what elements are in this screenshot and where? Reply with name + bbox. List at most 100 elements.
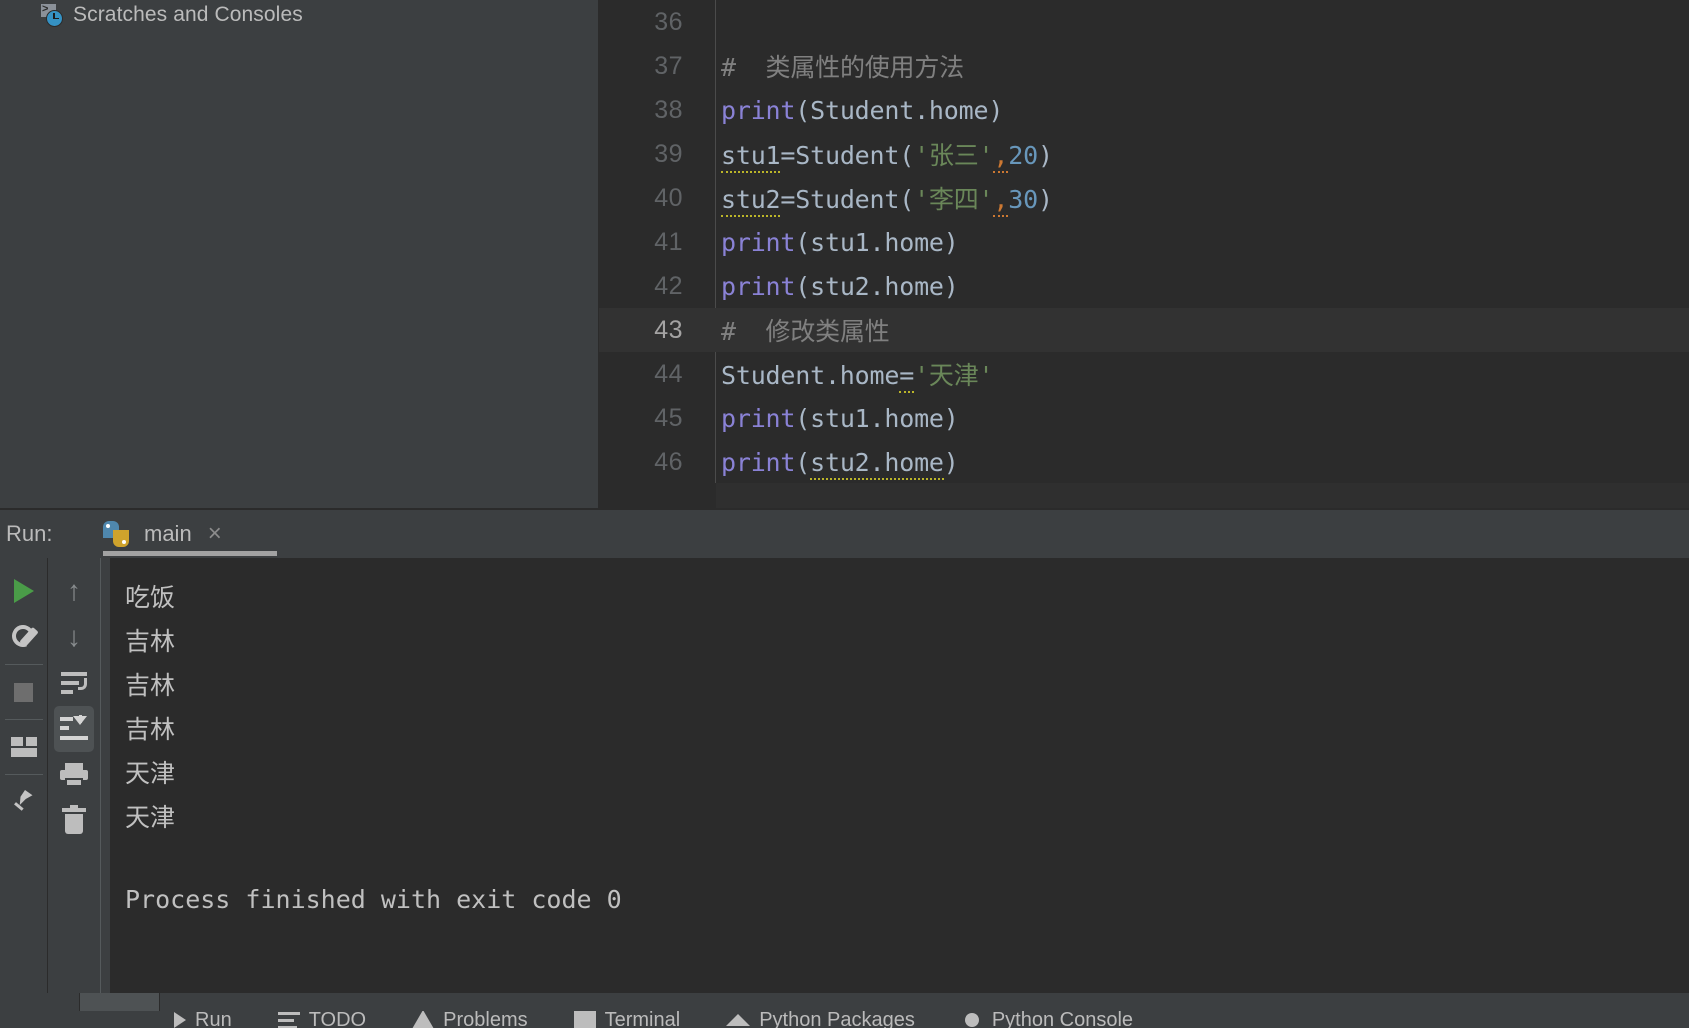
code-token: 20 bbox=[1008, 141, 1038, 170]
run-tool-window-body: ↑ ↓ 吃饭 吉林 吉林 吉林 天津 天津 Process finished w… bbox=[0, 558, 1689, 995]
code-line[interactable]: 36 bbox=[599, 0, 1689, 44]
code-line[interactable]: 40 stu2=Student('李四',30) bbox=[599, 176, 1689, 220]
statusbar-item-label: Terminal bbox=[604, 1011, 681, 1028]
code-token: 30 bbox=[1008, 185, 1038, 214]
line-number: 42 bbox=[654, 271, 683, 300]
terminal-icon bbox=[573, 1011, 596, 1028]
code-token: stu1.home bbox=[810, 403, 944, 433]
code-line[interactable]: 42 print(stu2.home) bbox=[599, 264, 1689, 308]
code-token: # 类属性的使用方法 bbox=[721, 53, 964, 82]
console-output[interactable]: 吃饭 吉林 吉林 吉林 天津 天津 Process finished with exit c… bbox=[101, 558, 1689, 995]
code-token: stu2 bbox=[721, 185, 781, 217]
edit-configurations-button[interactable] bbox=[4, 614, 44, 660]
line-number: 41 bbox=[654, 227, 683, 256]
console-line: 吉林 bbox=[125, 627, 176, 656]
statusbar-cell bbox=[0, 993, 80, 1011]
console-icon bbox=[964, 1012, 979, 1027]
code-token: = bbox=[780, 141, 796, 170]
code-line[interactable]: 44 Student.home='天津' bbox=[599, 352, 1689, 396]
layout-icon bbox=[10, 737, 37, 757]
code-lines[interactable]: 36 37 # 类属性的使用方法 38 print(Student.home) 39 stu… bbox=[599, 0, 1689, 484]
code-line[interactable]: 46 print(stu2.home) bbox=[599, 440, 1689, 484]
tree-item-scratches-and-consoles[interactable]: > Scratches and Consoles bbox=[0, 0, 598, 29]
code-editor[interactable]: 36 37 # 类属性的使用方法 38 print(Student.home) 39 stu… bbox=[599, 0, 1689, 508]
soft-wrap-button[interactable] bbox=[54, 660, 94, 706]
print-button[interactable] bbox=[54, 752, 94, 798]
code-line[interactable]: 45 print(stu1.home) bbox=[599, 396, 1689, 440]
code-line[interactable]: 43 # 修改类属性 bbox=[599, 308, 1689, 352]
run-toolbar-console: ↑ ↓ bbox=[47, 558, 100, 995]
code-token: ) bbox=[1037, 141, 1053, 170]
code-token: ( bbox=[795, 227, 811, 257]
statusbar-items: Run TODO Problems Terminal Python Packages Py… bbox=[160, 1011, 1133, 1028]
console-exit-status: Process finished with exit code 0 bbox=[125, 885, 622, 914]
statusbar-item-python-packages[interactable]: Python Packages bbox=[726, 1011, 915, 1028]
line-number: 46 bbox=[654, 447, 683, 476]
close-icon[interactable]: × bbox=[206, 522, 222, 546]
layout-settings-button[interactable] bbox=[4, 724, 44, 770]
bottom-tool-window-bar: Run TODO Problems Terminal Python Packages Py… bbox=[0, 993, 1689, 1028]
editor-area: > Scratches and Consoles 36 37 # 类属性的使用方法 3… bbox=[0, 0, 1689, 508]
stop-button[interactable] bbox=[4, 669, 44, 715]
code-line-text: print(stu2.home) bbox=[699, 272, 959, 301]
scroll-to-end-icon bbox=[60, 715, 88, 741]
code-token: stu2.home bbox=[810, 447, 944, 480]
code-line[interactable]: 39 stu1=Student('张三',20) bbox=[599, 132, 1689, 176]
run-toolbar-primary bbox=[0, 558, 47, 995]
stop-square-icon bbox=[14, 682, 33, 702]
code-token: '李四' bbox=[914, 185, 994, 214]
code-token: Student.home bbox=[721, 361, 900, 390]
code-token: print bbox=[721, 95, 796, 125]
code-token: ( bbox=[795, 271, 811, 301]
console-line: 吃饭 bbox=[125, 583, 176, 612]
rerun-button[interactable] bbox=[4, 568, 44, 614]
toolbar-divider bbox=[4, 719, 43, 720]
code-line-text: print(stu1.home) bbox=[699, 228, 959, 257]
arrow-down-icon: ↓ bbox=[67, 621, 81, 652]
code-line[interactable]: 37 # 类属性的使用方法 bbox=[599, 44, 1689, 88]
line-number: 38 bbox=[654, 95, 683, 124]
todo-icon bbox=[277, 1011, 300, 1028]
editor-empty-region bbox=[716, 483, 1689, 508]
code-token: Student bbox=[795, 141, 900, 170]
code-token: Student.home bbox=[810, 95, 989, 125]
package-icon bbox=[726, 1013, 751, 1026]
code-token: print bbox=[721, 447, 796, 477]
line-number: 36 bbox=[654, 7, 683, 36]
up-the-stack-trace-button[interactable]: ↑ bbox=[54, 568, 94, 614]
run-tab-main[interactable]: main × bbox=[86, 510, 277, 558]
clear-all-button[interactable] bbox=[54, 798, 94, 844]
pin-tab-button[interactable] bbox=[4, 779, 44, 825]
project-tool-window[interactable]: > Scratches and Consoles bbox=[0, 0, 598, 508]
play-icon bbox=[13, 579, 34, 603]
code-token: ( bbox=[795, 447, 811, 477]
code-token: print bbox=[721, 403, 796, 433]
code-line[interactable]: 38 print(Student.home) bbox=[599, 88, 1689, 132]
statusbar-item-run[interactable]: Run bbox=[174, 1011, 232, 1028]
console-line: 天津 bbox=[125, 803, 176, 832]
statusbar-item-terminal[interactable]: Terminal bbox=[573, 1011, 681, 1028]
code-line-text: print(stu2.home) bbox=[699, 447, 959, 480]
statusbar-item-python-console[interactable]: Python Console bbox=[961, 1011, 1133, 1028]
code-token: '天津' bbox=[914, 361, 994, 390]
down-the-stack-trace-button[interactable]: ↓ bbox=[54, 614, 94, 660]
console-line: 吉林 bbox=[125, 715, 176, 744]
code-token: stu1 bbox=[721, 141, 781, 173]
code-token: ( bbox=[899, 141, 915, 170]
statusbar-left-cells bbox=[0, 993, 160, 1011]
console-scrollbar-track[interactable] bbox=[101, 558, 110, 995]
statusbar-item-problems[interactable]: Problems bbox=[412, 1011, 528, 1028]
console-line: 天津 bbox=[125, 759, 176, 788]
statusbar-item-label: Run bbox=[195, 1011, 232, 1028]
scroll-to-end-button[interactable] bbox=[54, 706, 94, 752]
statusbar-item-todo[interactable]: TODO bbox=[277, 1011, 366, 1028]
line-number: 39 bbox=[654, 139, 683, 168]
code-line-text: print(Student.home) bbox=[699, 96, 1003, 125]
code-token: , bbox=[993, 185, 1008, 217]
code-line-text: stu1=Student('张三',20) bbox=[699, 136, 1053, 173]
code-line[interactable]: 41 print(stu1.home) bbox=[599, 220, 1689, 264]
trash-icon bbox=[62, 805, 86, 834]
code-token: stu1.home bbox=[810, 227, 944, 257]
code-token: # 修改类属性 bbox=[721, 317, 890, 346]
